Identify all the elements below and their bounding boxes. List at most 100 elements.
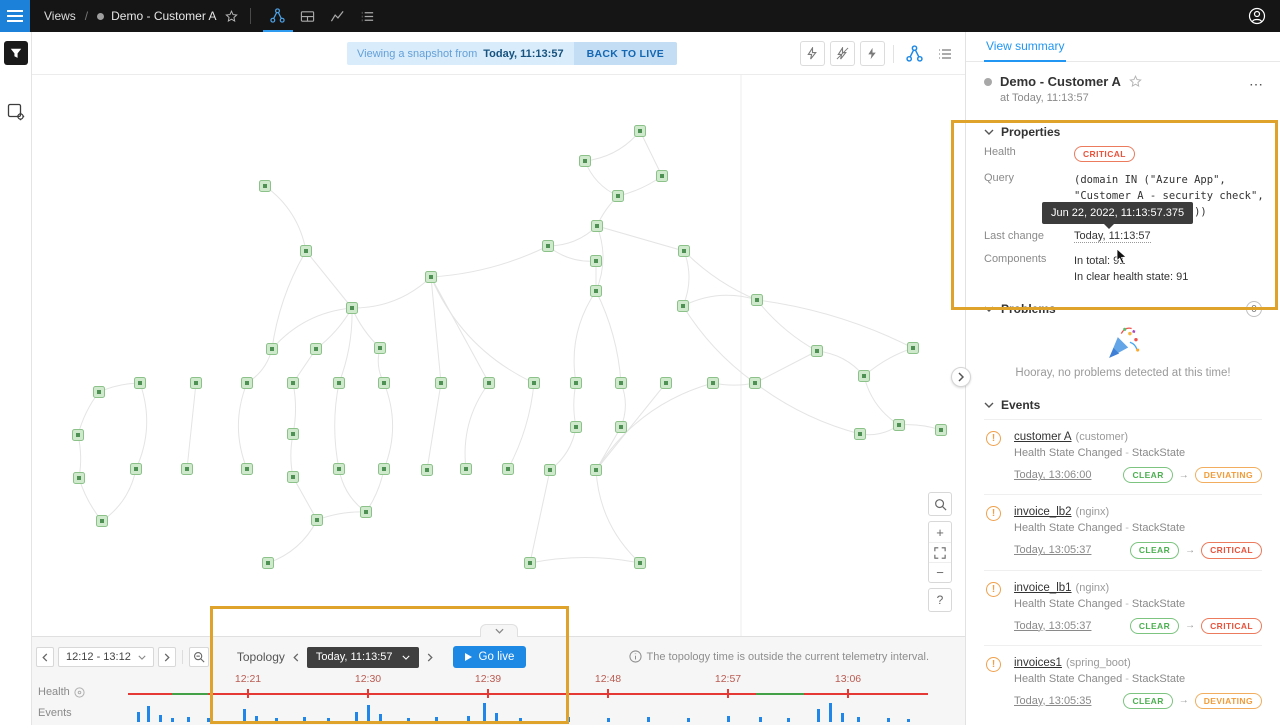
fit-to-screen-button[interactable]: [929, 542, 951, 562]
topology-node[interactable]: [312, 515, 323, 526]
topology-time-select[interactable]: Today, 11:13:57: [307, 647, 419, 668]
event-item[interactable]: ! customer A(customer) Health State Chan…: [984, 419, 1262, 494]
topology-time-next-button[interactable]: [423, 647, 437, 667]
topology-node[interactable]: [288, 429, 299, 440]
topology-node[interactable]: [678, 301, 689, 312]
event-component-name[interactable]: invoice_lb1: [1014, 582, 1072, 594]
event-component-name[interactable]: customer A: [1014, 431, 1072, 443]
topology-node[interactable]: [97, 516, 108, 527]
zoom-in-button[interactable]: +: [929, 522, 951, 542]
timeline-axis[interactable]: 12:2112:3012:3912:4812:5713:06: [32, 673, 965, 685]
topology-node[interactable]: [288, 472, 299, 483]
tab-view-summary[interactable]: View summary: [984, 32, 1066, 62]
tab-chart-view[interactable]: [323, 0, 353, 32]
topology-node[interactable]: [591, 286, 602, 297]
topology-node[interactable]: [242, 464, 253, 475]
health-state-line[interactable]: [128, 689, 928, 699]
event-item[interactable]: ! invoice_lb1(nginx) Health State Change…: [984, 570, 1262, 645]
breadcrumb-views[interactable]: Views: [44, 9, 76, 23]
topology-node[interactable]: [571, 422, 582, 433]
topology-node[interactable]: [591, 256, 602, 267]
topology-node[interactable]: [708, 378, 719, 389]
topology-node[interactable]: [571, 378, 582, 389]
view-settings-gear-icon[interactable]: [6, 102, 26, 122]
filter-funnel-icon[interactable]: [4, 41, 28, 65]
properties-header[interactable]: Properties: [984, 118, 1262, 146]
topology-node[interactable]: [263, 558, 274, 569]
topology-node[interactable]: [484, 378, 495, 389]
topology-node[interactable]: [503, 464, 514, 475]
topology-node[interactable]: [525, 558, 536, 569]
expand-panel-chevron-icon[interactable]: [951, 367, 971, 387]
topology-node[interactable]: [379, 378, 390, 389]
favorite-star-icon[interactable]: [225, 10, 238, 23]
topology-node[interactable]: [613, 191, 624, 202]
ellipsis-menu-icon[interactable]: ⋯: [1249, 76, 1264, 93]
zoom-out-button[interactable]: −: [929, 562, 951, 582]
topology-node[interactable]: [592, 221, 603, 232]
topology-node[interactable]: [94, 387, 105, 398]
topology-node[interactable]: [855, 429, 866, 440]
events-bar-chart[interactable]: [128, 701, 928, 722]
topology-node[interactable]: [908, 343, 919, 354]
topology-node[interactable]: [135, 378, 146, 389]
go-live-button[interactable]: Go live: [453, 646, 527, 668]
topology-node[interactable]: [182, 464, 193, 475]
problems-header[interactable]: Problems 0: [984, 295, 1262, 323]
zoom-interval-icon[interactable]: [189, 647, 209, 667]
topology-graph[interactable]: [32, 32, 965, 725]
topology-node[interactable]: [657, 171, 668, 182]
topology-node[interactable]: [545, 465, 556, 476]
event-component-name[interactable]: invoice_lb2: [1014, 506, 1072, 518]
event-time[interactable]: Today, 13:05:37: [1014, 620, 1091, 632]
user-avatar[interactable]: [1244, 0, 1270, 32]
interval-next-button[interactable]: [158, 647, 176, 667]
topology-node[interactable]: [616, 378, 627, 389]
interval-select[interactable]: 12:12 - 13:12: [58, 647, 154, 667]
topology-node[interactable]: [752, 295, 763, 306]
event-time[interactable]: Today, 13:06:00: [1014, 469, 1091, 481]
topology-node[interactable]: [73, 430, 84, 441]
topology-node[interactable]: [859, 371, 870, 382]
topology-node[interactable]: [361, 507, 372, 518]
topology-node[interactable]: [422, 465, 433, 476]
topology-node[interactable]: [426, 272, 437, 283]
graph-layout-icon[interactable]: [902, 41, 927, 66]
topology-node[interactable]: [267, 344, 278, 355]
breadcrumb-view-name[interactable]: Demo - Customer A: [111, 9, 216, 23]
back-to-live-button[interactable]: BACK TO LIVE: [574, 42, 678, 65]
topology-node[interactable]: [436, 378, 447, 389]
telemetry-stream-filled-icon[interactable]: [860, 41, 885, 66]
topology-node[interactable]: [750, 378, 761, 389]
tab-cards-view[interactable]: [293, 0, 323, 32]
events-header[interactable]: Events: [984, 391, 1262, 419]
topology-node[interactable]: [347, 303, 358, 314]
topology-time-prev-button[interactable]: [289, 647, 303, 667]
event-time[interactable]: Today, 13:05:35: [1014, 695, 1091, 707]
topology-node[interactable]: [679, 246, 690, 257]
topology-node[interactable]: [379, 464, 390, 475]
telemetry-stream-icon[interactable]: [830, 41, 855, 66]
help-button[interactable]: ?: [928, 588, 952, 612]
topology-node[interactable]: [635, 126, 646, 137]
topology-node[interactable]: [191, 378, 202, 389]
interval-prev-button[interactable]: [36, 647, 54, 667]
topology-node[interactable]: [894, 420, 905, 431]
event-item[interactable]: ! invoices1(spring_boot) Health State Ch…: [984, 645, 1262, 720]
collapse-panel-chevron-icon[interactable]: [480, 624, 518, 637]
tab-topology-view[interactable]: [263, 0, 293, 32]
topology-node[interactable]: [461, 464, 472, 475]
topology-node[interactable]: [131, 464, 142, 475]
list-layout-icon[interactable]: [932, 41, 957, 66]
topology-node[interactable]: [334, 378, 345, 389]
topology-node[interactable]: [529, 378, 540, 389]
event-item[interactable]: ! invoice_lb2(nginx) Health State Change…: [984, 494, 1262, 569]
topology-node[interactable]: [635, 558, 646, 569]
topology-node[interactable]: [301, 246, 312, 257]
topology-node[interactable]: [936, 425, 947, 436]
search-zoom-icon[interactable]: [928, 492, 952, 516]
topology-node[interactable]: [375, 343, 386, 354]
last-change-value[interactable]: Today, 11:13:57: [1074, 230, 1151, 243]
favorite-star-icon[interactable]: [1129, 75, 1142, 88]
topology-node[interactable]: [242, 378, 253, 389]
